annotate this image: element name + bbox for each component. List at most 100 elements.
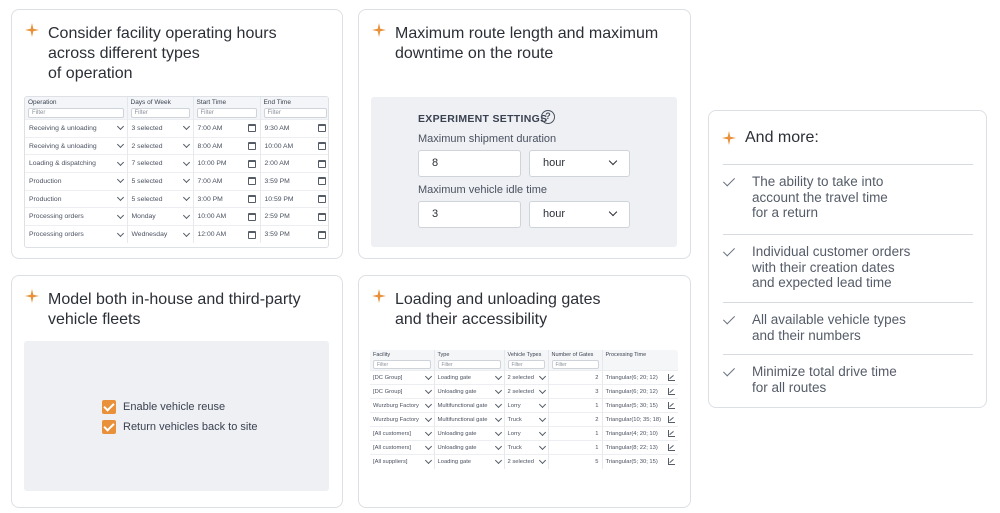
- filter-input[interactable]: Filter: [507, 360, 545, 369]
- table-cell[interactable]: Triangular(5; 30; 15): [602, 454, 678, 469]
- chevron-down-icon[interactable]: [494, 400, 502, 408]
- filter-input[interactable]: Filter: [28, 108, 124, 118]
- table-cell[interactable]: Loading gate: [434, 370, 505, 385]
- return-vehicles-checkbox[interactable]: Return vehicles back to site: [102, 420, 258, 434]
- filter-input[interactable]: Filter: [263, 108, 327, 118]
- chevron-down-icon[interactable]: [494, 372, 502, 380]
- chevron-down-icon[interactable]: [538, 414, 546, 422]
- table-cell[interactable]: 10:00 AM: [193, 207, 261, 226]
- chevron-down-icon[interactable]: [116, 123, 124, 131]
- table-cell[interactable]: 10:00 PM: [193, 154, 261, 173]
- chevron-down-icon[interactable]: [424, 400, 432, 408]
- filter-input[interactable]: Filter: [196, 108, 257, 118]
- distribution-chart-icon[interactable]: [667, 402, 675, 409]
- table-cell[interactable]: 2:00 AM: [260, 154, 328, 173]
- column-header[interactable]: Processing Time: [602, 350, 678, 359]
- column-header[interactable]: Vehicle Types: [504, 350, 549, 359]
- table-cell[interactable]: [All suppliers]: [370, 454, 435, 469]
- chevron-down-icon[interactable]: [494, 386, 502, 394]
- table-cell[interactable]: 1: [548, 398, 603, 413]
- chevron-down-icon[interactable]: [182, 140, 190, 149]
- table-cell[interactable]: Wednesday: [127, 225, 194, 244]
- chevron-down-icon[interactable]: [424, 372, 432, 380]
- table-cell[interactable]: 2 selected: [127, 136, 194, 155]
- table-cell[interactable]: 2 selected: [504, 370, 549, 385]
- calendar-icon[interactable]: [247, 124, 256, 133]
- shipment-duration-unit-select[interactable]: hour: [529, 150, 630, 177]
- table-cell[interactable]: 8:00 AM: [193, 136, 261, 155]
- chevron-down-icon[interactable]: [494, 414, 502, 422]
- calendar-icon[interactable]: [247, 195, 256, 204]
- chevron-down-icon[interactable]: [424, 442, 432, 450]
- chevron-down-icon[interactable]: [182, 211, 190, 219]
- enable-vehicle-reuse-checkbox[interactable]: Enable vehicle reuse: [102, 400, 225, 414]
- column-header[interactable]: End Time: [260, 97, 328, 107]
- table-cell[interactable]: 2 selected: [504, 454, 549, 469]
- table-cell[interactable]: 12:00 AM: [193, 225, 261, 244]
- calendar-icon[interactable]: [247, 230, 256, 239]
- table-cell[interactable]: Loading & dispatching: [25, 154, 128, 173]
- table-cell[interactable]: Triangular(4; 20; 10): [602, 426, 678, 441]
- table-cell[interactable]: Wurzburg Factory: [370, 412, 435, 427]
- column-header[interactable]: Operation: [25, 97, 128, 107]
- table-cell[interactable]: Processing orders: [25, 225, 128, 244]
- chevron-down-icon[interactable]: [424, 414, 432, 422]
- table-cell[interactable]: 3:59 PM: [260, 225, 328, 244]
- calendar-icon[interactable]: [317, 177, 326, 186]
- chevron-down-icon[interactable]: [116, 194, 124, 202]
- distribution-chart-icon[interactable]: [667, 444, 675, 451]
- chevron-down-icon[interactable]: [182, 176, 190, 184]
- column-header[interactable]: Start Time: [193, 97, 261, 107]
- idle-time-unit-select[interactable]: hour: [529, 201, 630, 228]
- calendar-icon[interactable]: [247, 212, 256, 221]
- table-cell[interactable]: Multifunctional gate: [434, 412, 505, 427]
- table-cell[interactable]: Triangular(6; 20; 12): [602, 370, 678, 385]
- calendar-icon[interactable]: [317, 159, 326, 168]
- chevron-down-icon[interactable]: [116, 211, 124, 219]
- filter-input[interactable]: Filter: [437, 360, 501, 369]
- chevron-down-icon[interactable]: [182, 194, 190, 202]
- calendar-icon[interactable]: [317, 195, 326, 204]
- table-cell[interactable]: Loading gate: [434, 454, 505, 469]
- table-cell[interactable]: 9:30 AM: [260, 119, 328, 138]
- column-header[interactable]: Days of Week: [127, 97, 194, 107]
- idle-time-input[interactable]: 3: [418, 201, 521, 228]
- table-cell[interactable]: Production: [25, 172, 128, 191]
- chevron-down-icon[interactable]: [494, 428, 502, 436]
- chevron-down-icon[interactable]: [494, 442, 502, 450]
- calendar-icon[interactable]: [247, 159, 256, 168]
- distribution-chart-icon[interactable]: [667, 416, 675, 423]
- chevron-down-icon[interactable]: [538, 428, 546, 436]
- table-cell[interactable]: 3:00 PM: [193, 189, 261, 208]
- chevron-down-icon[interactable]: [538, 442, 546, 450]
- table-cell[interactable]: 2: [548, 370, 603, 385]
- distribution-chart-icon[interactable]: [667, 374, 675, 381]
- chevron-down-icon[interactable]: [182, 123, 190, 131]
- table-cell[interactable]: 2: [548, 412, 603, 427]
- table-cell[interactable]: 1: [548, 426, 603, 441]
- calendar-icon[interactable]: [247, 177, 256, 186]
- table-cell[interactable]: 7:00 AM: [193, 119, 261, 138]
- shipment-duration-input[interactable]: 8: [418, 150, 521, 177]
- table-cell[interactable]: Unloading gate: [434, 426, 505, 441]
- table-cell[interactable]: 3:59 PM: [260, 172, 328, 191]
- table-cell[interactable]: 1: [548, 440, 603, 455]
- column-header[interactable]: Number of Gates: [548, 350, 603, 359]
- table-cell[interactable]: Monday: [127, 207, 194, 226]
- table-cell[interactable]: Triangular(8; 22; 13): [602, 440, 678, 455]
- table-cell[interactable]: 3: [548, 384, 603, 399]
- table-cell[interactable]: Truck: [504, 412, 549, 427]
- table-cell[interactable]: Processing orders: [25, 207, 128, 226]
- chevron-down-icon[interactable]: [116, 176, 124, 184]
- filter-input[interactable]: Filter: [551, 360, 599, 369]
- table-cell[interactable]: 10:00 AM: [260, 136, 328, 155]
- filter-input[interactable]: Filter: [130, 108, 190, 118]
- chevron-down-icon[interactable]: [424, 456, 432, 464]
- table-cell[interactable]: 2 selected: [504, 384, 549, 399]
- table-cell[interactable]: [All customers]: [370, 426, 435, 441]
- table-cell[interactable]: 5: [548, 454, 603, 469]
- table-cell[interactable]: Receiving & unloading: [25, 119, 128, 138]
- table-cell[interactable]: Truck: [504, 440, 549, 455]
- chevron-down-icon[interactable]: [538, 372, 546, 380]
- checkbox-checked-icon[interactable]: [102, 420, 116, 434]
